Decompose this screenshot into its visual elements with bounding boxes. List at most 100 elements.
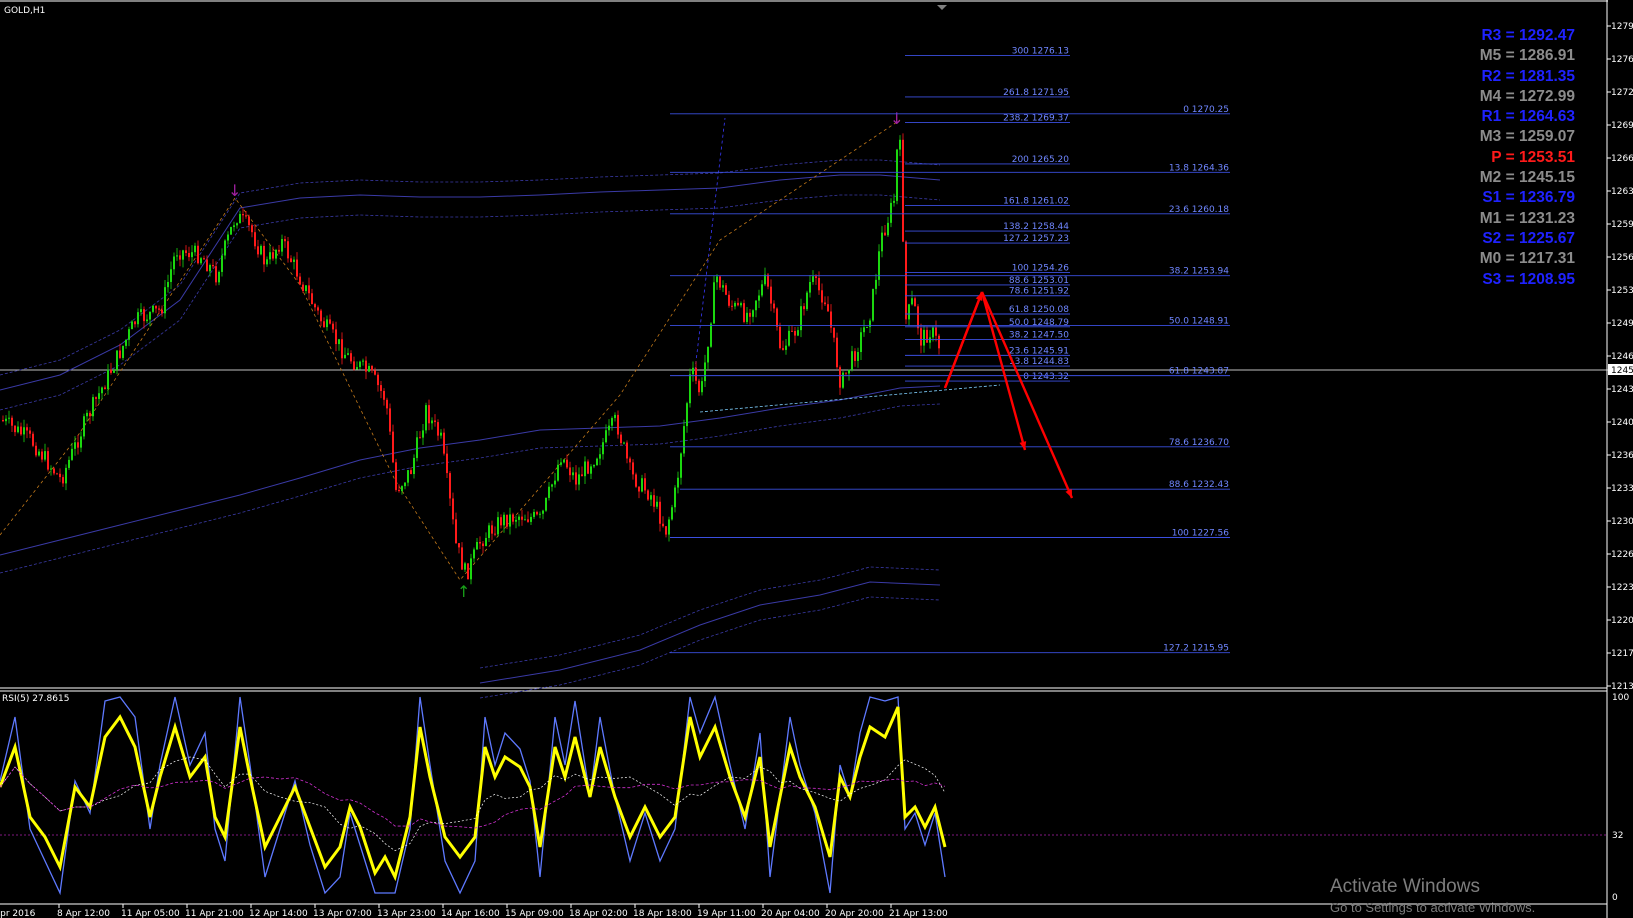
- bear-candle: [185, 250, 187, 253]
- fib-extension-label: 38.2 1247.50: [1009, 331, 1069, 341]
- price-tick-label: 1243.: [1611, 385, 1633, 395]
- bull-candle: [218, 271, 220, 283]
- fib-retracement-label: 50.0 1248.91: [1169, 317, 1229, 327]
- bull-candle: [623, 442, 625, 444]
- bull-candle: [860, 332, 862, 353]
- bear-candle: [197, 245, 199, 264]
- fib-extension-label: 100 1254.26: [1012, 264, 1070, 274]
- bear-candle: [104, 387, 106, 390]
- price-tick-label: 1213.: [1611, 682, 1633, 692]
- bear-candle: [647, 490, 649, 500]
- bull-candle: [338, 339, 340, 345]
- bull-candle: [545, 497, 547, 511]
- price-tick-label: 1272.: [1611, 88, 1633, 98]
- bull-candle: [758, 295, 760, 301]
- bear-candle: [77, 442, 79, 448]
- bull-candle: [557, 464, 559, 481]
- current-price-label: 1245.: [1611, 366, 1633, 376]
- bear-candle: [506, 514, 508, 527]
- price-tick-label: 1249.: [1611, 319, 1633, 329]
- envelope-lower-outer: [479, 596, 941, 699]
- bull-candle: [167, 281, 169, 288]
- bear-candle: [245, 215, 247, 217]
- bull-candle: [239, 214, 241, 224]
- bear-candle: [158, 308, 160, 310]
- fib-extension-label: 13.8 1244.83: [1009, 357, 1069, 367]
- watermark-title: Activate Windows: [1330, 876, 1480, 897]
- chart-canvas[interactable]: ↓ ↓ ↑ 300 1276.13 261.8 1271.95 238.2 1269.3…: [0, 0, 1633, 918]
- bear-candle: [500, 517, 502, 526]
- bear-candle: [47, 451, 49, 470]
- bear-candle: [635, 474, 637, 487]
- bear-candle: [920, 328, 922, 346]
- bear-candle: [776, 308, 778, 327]
- bear-candle: [479, 542, 481, 544]
- bear-candle: [467, 563, 469, 580]
- scroll-marker: [937, 5, 947, 10]
- bull-candle: [98, 393, 100, 399]
- bull-candle: [200, 258, 202, 264]
- bear-candle: [743, 303, 745, 322]
- bull-candle: [74, 442, 76, 449]
- bear-candle: [644, 478, 646, 491]
- fib-extension-label: 78.6 1251.92: [1009, 287, 1069, 297]
- fib-retracement-label: 127.2 1215.95: [1163, 644, 1229, 654]
- bear-candle: [287, 241, 289, 259]
- rsi-line: [0, 706, 947, 882]
- bear-candle: [815, 276, 817, 278]
- bull-candle: [164, 287, 166, 314]
- bear-candle: [251, 225, 253, 233]
- bull-candle: [224, 240, 226, 256]
- bull-candle: [842, 372, 844, 388]
- fib-extension-label: 138.2 1258.44: [1003, 222, 1069, 232]
- bull-candle: [65, 467, 67, 484]
- bear-candle: [626, 442, 628, 459]
- bear-candle: [824, 302, 826, 305]
- bear-candle: [836, 337, 838, 368]
- bull-candle: [233, 225, 235, 227]
- bull-candle: [515, 519, 517, 522]
- bull-candle: [416, 437, 418, 458]
- bull-candle: [470, 558, 472, 580]
- price-tick-label: 1220.: [1611, 616, 1633, 626]
- pivot-level: R2 = 1281.35: [1481, 67, 1575, 85]
- fib-extension-label: 50.0 1248.79: [1009, 318, 1069, 328]
- fib-extension-label: 61.8 1250.08: [1009, 305, 1069, 315]
- bull-candle: [401, 486, 403, 492]
- bull-candle: [596, 458, 598, 466]
- bear-candle: [749, 312, 751, 317]
- bear-candle: [443, 432, 445, 454]
- pivot-level: M3 = 1259.07: [1479, 128, 1575, 146]
- bear-candle: [215, 266, 217, 283]
- bull-candle: [182, 250, 184, 260]
- bull-candle: [524, 519, 526, 521]
- bear-candle: [302, 284, 304, 291]
- bear-candle: [575, 472, 577, 485]
- bull-candle: [368, 366, 370, 372]
- bear-candle: [770, 286, 772, 304]
- pivot-level: M5 = 1286.91: [1479, 47, 1575, 65]
- fractal-down-arrow-icon: ↓: [890, 109, 903, 128]
- bull-candle: [686, 403, 688, 427]
- bear-candle: [854, 351, 856, 361]
- bear-candle: [818, 277, 820, 291]
- bull-candle: [38, 451, 40, 456]
- time-tick-label: 11 Apr 05:00: [121, 909, 180, 918]
- support-trend-line: [699, 384, 1001, 413]
- fib-extension-label: 127.2 1257.23: [1003, 234, 1069, 244]
- bear-candle: [350, 353, 352, 362]
- bear-candle: [845, 372, 847, 374]
- bear-candle: [455, 519, 457, 544]
- bull-candle: [896, 149, 898, 201]
- bear-candle: [536, 511, 538, 515]
- bear-candle: [143, 309, 145, 322]
- time-tick-label: 18 Apr 02:00: [569, 909, 628, 918]
- bear-candle: [212, 265, 214, 267]
- bull-candle: [221, 255, 223, 272]
- bull-candle: [281, 239, 283, 252]
- bear-candle: [161, 309, 163, 314]
- bear-candle: [446, 453, 448, 474]
- bull-candle: [755, 300, 757, 311]
- bear-candle: [428, 405, 430, 424]
- bear-candle: [41, 451, 43, 460]
